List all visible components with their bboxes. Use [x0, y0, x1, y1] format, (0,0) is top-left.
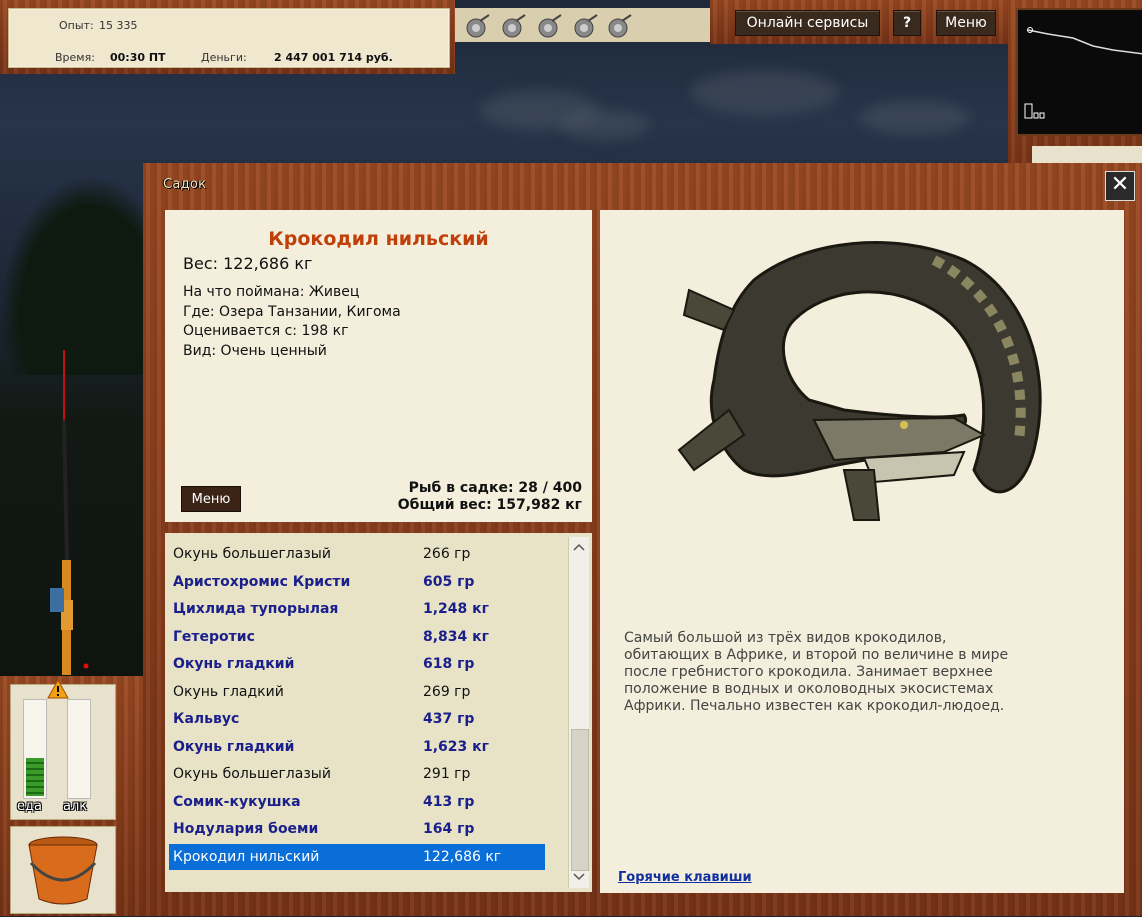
- food-gauge-fill: [26, 758, 44, 796]
- fishing-rod-icon: [50, 350, 89, 675]
- hud-info-panel: Опыт: 15 335 Время: 00:30 ПТ Деньги: 2 4…: [8, 8, 450, 68]
- fish-row-weight: 266 гр: [423, 546, 471, 562]
- fish-row-name: Гетеротис: [173, 628, 255, 645]
- money-value: 2 447 001 714 руб.: [274, 51, 393, 64]
- fish-row-name: Нодулария боеми: [173, 821, 319, 837]
- scroll-thumb[interactable]: [571, 729, 589, 871]
- fish-bait: На что поймана: Живец: [183, 284, 360, 300]
- total-weight: Общий вес: 157,982 кг: [397, 497, 582, 513]
- close-button[interactable]: ✕: [1105, 171, 1135, 201]
- fish-row-name: Крокодил нильский: [173, 848, 320, 865]
- fish-description-panel: Самый большой из трёх видов крокодилов, …: [600, 210, 1124, 893]
- depth-profile-icon: [1024, 27, 1142, 119]
- fish-location: Где: Озера Танзании, Кигома: [183, 304, 401, 320]
- reel-icon[interactable]: [537, 13, 563, 39]
- food-gauge: [23, 699, 47, 799]
- treeline: [0, 175, 150, 375]
- fish-row-weight: 437 гр: [423, 711, 475, 727]
- fish-info-card: Крокодил нильский Вес: 122,686 кг На что…: [165, 210, 592, 522]
- alcohol-gauge: [67, 699, 91, 799]
- fish-list-row[interactable]: Крокодил нильский 122,686 кг: [169, 843, 545, 870]
- fish-row-weight: 413 гр: [423, 793, 475, 810]
- description-line: обитающих в Африке, и второй по величине…: [624, 647, 1009, 663]
- fish-list-row[interactable]: Нодулария боеми 164 гр: [169, 816, 545, 842]
- warning-icon: [47, 679, 69, 699]
- fish-list[interactable]: Окунь большеглазый 266 гр Аристохромис Кри…: [165, 533, 592, 892]
- exp-value: 15 335: [99, 19, 138, 32]
- reel-icon[interactable]: [465, 13, 491, 39]
- fish-row-weight: 1,623 кг: [423, 738, 489, 755]
- fish-row-weight: 605 гр: [423, 573, 475, 590]
- fish-list-row[interactable]: Окунь большеглазый 266 гр: [169, 541, 545, 567]
- side-strip: [1032, 146, 1142, 164]
- fish-row-weight: 8,834 кг: [423, 628, 489, 645]
- depth-map[interactable]: [1016, 8, 1142, 136]
- reel-icon[interactable]: [573, 13, 599, 39]
- fish-row-weight: 269 гр: [423, 683, 471, 700]
- fish-row-name: Окунь гладкий: [173, 738, 295, 755]
- crocodile-image: [677, 241, 1042, 521]
- fish-description: Самый большой из трёх видов крокодилов, …: [624, 630, 1064, 715]
- dialog-title: Садок: [163, 177, 207, 192]
- reel-icon[interactable]: [501, 13, 527, 39]
- menu-button[interactable]: Меню: [936, 10, 996, 36]
- fish-list-row[interactable]: Гетеротис 8,834 кг: [169, 624, 545, 650]
- bucket-icon: [28, 836, 98, 905]
- fish-list-row[interactable]: Окунь гладкий 1,623 кг: [169, 734, 545, 760]
- fish-list-row[interactable]: Окунь гладкий 618 гр: [169, 651, 545, 677]
- fish-row-name: Окунь гладкий: [173, 656, 295, 672]
- fish-row-name: Кальвус: [173, 711, 240, 727]
- fish-list-row[interactable]: Окунь гладкий 269 гр: [169, 679, 545, 705]
- exp-label: Опыт:: [59, 19, 94, 32]
- tackle-strip: [455, 8, 710, 42]
- fish-list-row[interactable]: Сомик-кукушка 413 гр: [169, 789, 545, 815]
- description-line: после гребнистого крокодила. Занимает ве…: [624, 664, 993, 680]
- card-menu-button[interactable]: Меню: [181, 486, 241, 512]
- online-services-button[interactable]: Онлайн сервисы: [735, 10, 880, 36]
- fish-kind: Вид: Очень ценный: [183, 343, 327, 359]
- cloud: [860, 100, 970, 135]
- fish-rated-from: Оценивается с: 198 кг: [183, 323, 349, 339]
- time-value: 00:30 ПТ: [110, 51, 166, 64]
- food-label: еда: [17, 799, 42, 814]
- fish-list-row[interactable]: Цихлида тупорылая 1,248 кг: [169, 596, 545, 622]
- description-line: Самый большой из трёх видов крокодилов,: [624, 630, 947, 646]
- fish-row-weight: 1,248 кг: [423, 601, 489, 617]
- keepnet-button[interactable]: [10, 826, 116, 914]
- time-label: Время:: [55, 51, 95, 64]
- fish-list-row[interactable]: Кальвус 437 гр: [169, 706, 545, 732]
- fish-weight: Вес: 122,686 кг: [183, 254, 313, 273]
- money-label: Деньги:: [201, 51, 247, 64]
- fish-list-scrollbar[interactable]: [568, 537, 589, 888]
- fish-list-row[interactable]: Окунь большеглазый 291 гр: [169, 761, 545, 787]
- fish-row-name: Цихлида тупорылая: [173, 601, 339, 617]
- gauge-box: еда алк: [10, 679, 116, 820]
- reel-icon[interactable]: [607, 13, 633, 39]
- fish-row-weight: 164 гр: [423, 821, 475, 837]
- fish-row-name: Аристохромис Кристи: [173, 573, 351, 590]
- description-line: положение в водных и околоводных экосист…: [624, 681, 994, 697]
- help-button[interactable]: ?: [893, 10, 921, 36]
- fish-row-name: Окунь большеглазый: [173, 546, 331, 562]
- fish-count: Рыб в садке: 28 / 400: [408, 480, 582, 496]
- cloud: [690, 70, 840, 115]
- fish-name: Крокодил нильский: [268, 228, 489, 250]
- fish-row-weight: 291 гр: [423, 766, 471, 782]
- fish-row-weight: 618 гр: [423, 656, 475, 672]
- fish-row-name: Окунь большеглазый: [173, 766, 331, 782]
- fish-row-name: Сомик-кукушка: [173, 793, 301, 810]
- fish-row-weight: 122,686 кг: [423, 848, 502, 865]
- cloud: [560, 110, 650, 140]
- fish-list-row[interactable]: Аристохромис Кристи 605 гр: [169, 569, 545, 595]
- scroll-up-icon[interactable]: [573, 543, 585, 551]
- fish-row-name: Окунь гладкий: [173, 683, 284, 700]
- scroll-down-icon[interactable]: [573, 873, 585, 881]
- description-line: Африки. Печально известен как крокодил-л…: [624, 698, 1005, 714]
- alcohol-label: алк: [63, 799, 88, 814]
- hotkeys-link[interactable]: Горячие клавиши: [618, 870, 752, 885]
